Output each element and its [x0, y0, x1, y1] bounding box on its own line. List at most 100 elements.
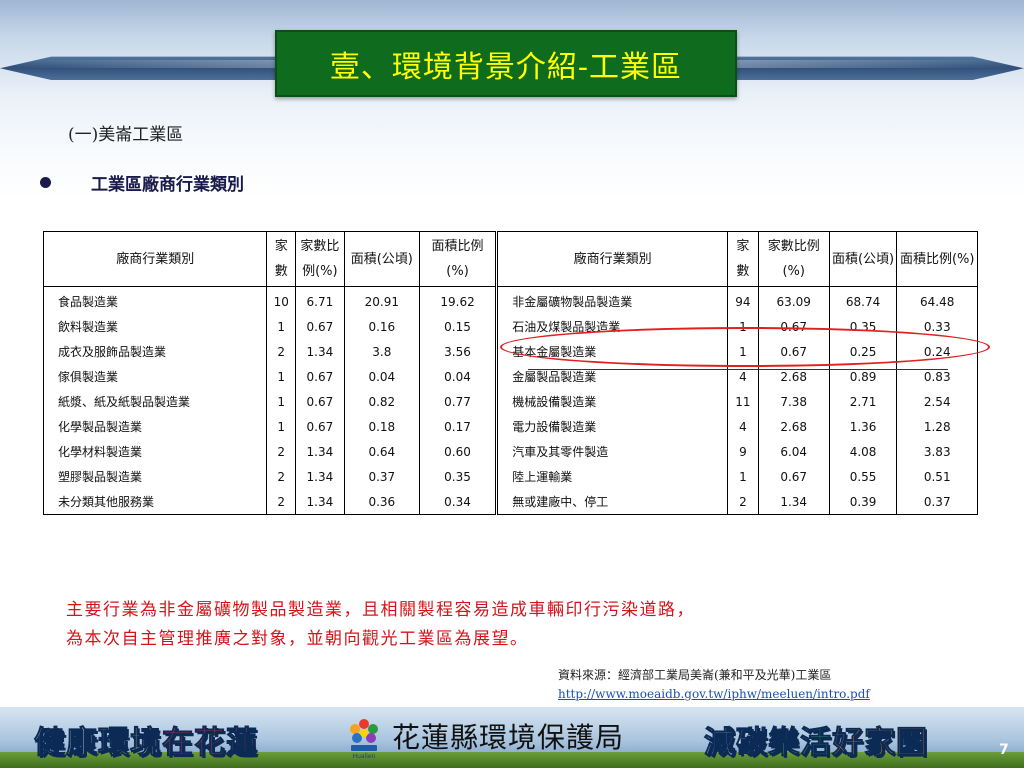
slogan-right-part-2: 樂活: [768, 725, 832, 762]
summary-line-1: 主要行業為非金屬礦物製品製造業，且相關製程容易造成車輛印行污染道路，: [66, 600, 695, 620]
left-cell-category: 傢俱製造業: [42, 364, 267, 389]
agency-logo-icon: Hualien: [350, 719, 378, 760]
right-cell-category: 石油及煤製品製造業: [495, 314, 728, 339]
right-cell-category: 金屬製品製造業: [495, 364, 728, 389]
right-cell-area: 0.55: [828, 464, 897, 489]
left-cell-area: 0.36: [343, 489, 420, 515]
left-cell-area: 0.37: [343, 464, 420, 489]
left-cell-area-ratio: 0.77: [418, 389, 497, 414]
right-cell-area-ratio: 3.83: [896, 439, 978, 464]
source-label: 資料來源：經濟部工業局美崙(兼和平及光華)工業區: [558, 668, 832, 682]
left-cell-count-ratio: 0.67: [295, 314, 345, 339]
left-cell-area-ratio: 19.62: [418, 286, 497, 314]
left-cell-category: 塑膠製品製造業: [42, 464, 267, 489]
col-header-area: 面積(公頃): [343, 231, 420, 287]
right-cell-category: 機械設備製造業: [495, 389, 728, 414]
left-cell-count-ratio: 1.34: [295, 439, 345, 464]
left-cell-count: 10: [266, 286, 296, 314]
right-cell-count: 4: [727, 364, 759, 389]
left-cell-category: 食品製造業: [42, 286, 267, 314]
table-row: 塑膠製品製造業 2 1.34 0.37 0.35 陸上運輸業 1 0.67 0.55 0.51: [42, 464, 978, 489]
right-cell-category: 基本金屬製造業: [495, 339, 728, 364]
slogan-right-part-3: 好家園: [832, 725, 928, 762]
bullet-text: 工業區廠商行業類別: [91, 175, 244, 195]
left-cell-area: 0.64: [343, 439, 420, 464]
industry-table: 廠商行業類別 家數 家數比例(%) 面積(公頃) 面積比例(%) 廠商行業類別 …: [42, 231, 978, 515]
col-header-area-ratio: 面積比例(%): [418, 231, 497, 287]
left-cell-count: 2: [266, 339, 296, 364]
table-row: 紙漿、紙及紙製品製造業 1 0.67 0.82 0.77 機械設備製造業 11 7.38 2.7…: [42, 389, 978, 414]
title-banner: 壹、環境背景介紹-工業區: [275, 30, 737, 97]
source-note: 資料來源：經濟部工業局美崙(兼和平及光華)工業區 http://www.moea…: [558, 666, 870, 704]
left-cell-count: 2: [266, 489, 296, 515]
summary-line-2: 為本次自主管理推廣之對象，並朝向觀光工業區為展望。: [66, 629, 529, 649]
left-cell-count-ratio: 1.34: [295, 339, 345, 364]
table-row: 飲料製造業 1 0.67 0.16 0.15 石油及煤製品製造業 1 0.67 0.35 0.33: [42, 314, 978, 339]
right-cell-count-ratio: 6.04: [757, 439, 830, 464]
page-number: 7: [999, 742, 1009, 758]
right-cell-area-ratio: 64.48: [896, 286, 978, 314]
slogan-right-part-1: 減碳: [704, 725, 768, 762]
agency-name: 花蓮縣環境保護局: [392, 721, 625, 754]
right-cell-count-ratio: 2.68: [757, 364, 830, 389]
strikethrough-line: [528, 369, 948, 370]
col-header-area-ratio: 面積比例(%): [896, 231, 978, 287]
col-header-count-ratio: 家數比例(%): [295, 231, 345, 287]
left-cell-area: 0.16: [343, 314, 420, 339]
right-cell-category: 陸上運輸業: [495, 464, 728, 489]
bullet-heading: 工業區廠商行業類別: [40, 170, 244, 195]
left-cell-count-ratio: 0.67: [295, 414, 345, 439]
left-cell-area: 0.18: [343, 414, 420, 439]
right-cell-count-ratio: 1.34: [757, 489, 830, 515]
right-cell-count: 2: [727, 489, 759, 515]
left-cell-count-ratio: 0.67: [295, 389, 345, 414]
left-cell-count: 2: [266, 464, 296, 489]
table-row: 未分類其他服務業 2 1.34 0.36 0.34 無或建廠中、停工 2 1.34 0.39 0.…: [42, 489, 978, 515]
right-cell-count-ratio: 2.68: [757, 414, 830, 439]
left-cell-area-ratio: 0.15: [418, 314, 497, 339]
right-cell-count-ratio: 0.67: [757, 339, 830, 364]
right-cell-area-ratio: 2.54: [896, 389, 978, 414]
col-header-count-ratio: 家數比例(%): [757, 231, 830, 287]
right-cell-area: 68.74: [828, 286, 897, 314]
slogan-left: 健康環境在花蓮: [34, 717, 258, 762]
right-cell-category: 電力設備製造業: [495, 414, 728, 439]
left-cell-count: 1: [266, 364, 296, 389]
right-cell-count: 11: [727, 389, 759, 414]
right-cell-count-ratio: 0.67: [757, 464, 830, 489]
left-cell-count: 1: [266, 389, 296, 414]
right-cell-area: 4.08: [828, 439, 897, 464]
left-cell-count-ratio: 1.34: [295, 489, 345, 515]
right-cell-count: 1: [727, 339, 759, 364]
left-cell-count-ratio: 1.34: [295, 464, 345, 489]
right-cell-category: 非金屬礦物製品製造業: [495, 286, 728, 314]
right-cell-area-ratio: 0.33: [896, 314, 978, 339]
right-cell-category: 汽車及其零件製造: [495, 439, 728, 464]
bullet-icon: [40, 177, 51, 188]
left-cell-count-ratio: 0.67: [295, 364, 345, 389]
left-cell-area-ratio: 0.60: [418, 439, 497, 464]
right-cell-area-ratio: 0.37: [896, 489, 978, 515]
left-cell-category: 飲料製造業: [42, 314, 267, 339]
right-cell-area: 0.35: [828, 314, 897, 339]
left-cell-area-ratio: 0.04: [418, 364, 497, 389]
left-cell-category: 成衣及服飾品製造業: [42, 339, 267, 364]
slide-title: 壹、環境背景介紹-工業區: [329, 49, 683, 85]
right-cell-area-ratio: 1.28: [896, 414, 978, 439]
right-cell-area: 0.89: [828, 364, 897, 389]
col-header-area: 面積(公頃): [828, 231, 897, 287]
left-cell-area: 0.82: [343, 389, 420, 414]
slogan-left-part-3: 在花蓮: [162, 725, 258, 762]
svg-text:Hualien: Hualien: [353, 753, 376, 760]
left-cell-area-ratio: 0.35: [418, 464, 497, 489]
slogan-left-part-1: 健康: [34, 725, 98, 762]
left-cell-area-ratio: 0.34: [418, 489, 497, 515]
left-cell-count: 2: [266, 439, 296, 464]
source-link[interactable]: http://www.moeaidb.gov.tw/iphw/meeluen/i…: [558, 685, 870, 704]
right-cell-area-ratio: 0.51: [896, 464, 978, 489]
slogan-left-part-2: 環境: [98, 725, 162, 762]
left-cell-category: 未分類其他服務業: [42, 489, 267, 515]
right-cell-count-ratio: 0.67: [757, 314, 830, 339]
right-cell-count-ratio: 63.09: [757, 286, 830, 314]
col-header-count: 家數: [727, 231, 759, 287]
